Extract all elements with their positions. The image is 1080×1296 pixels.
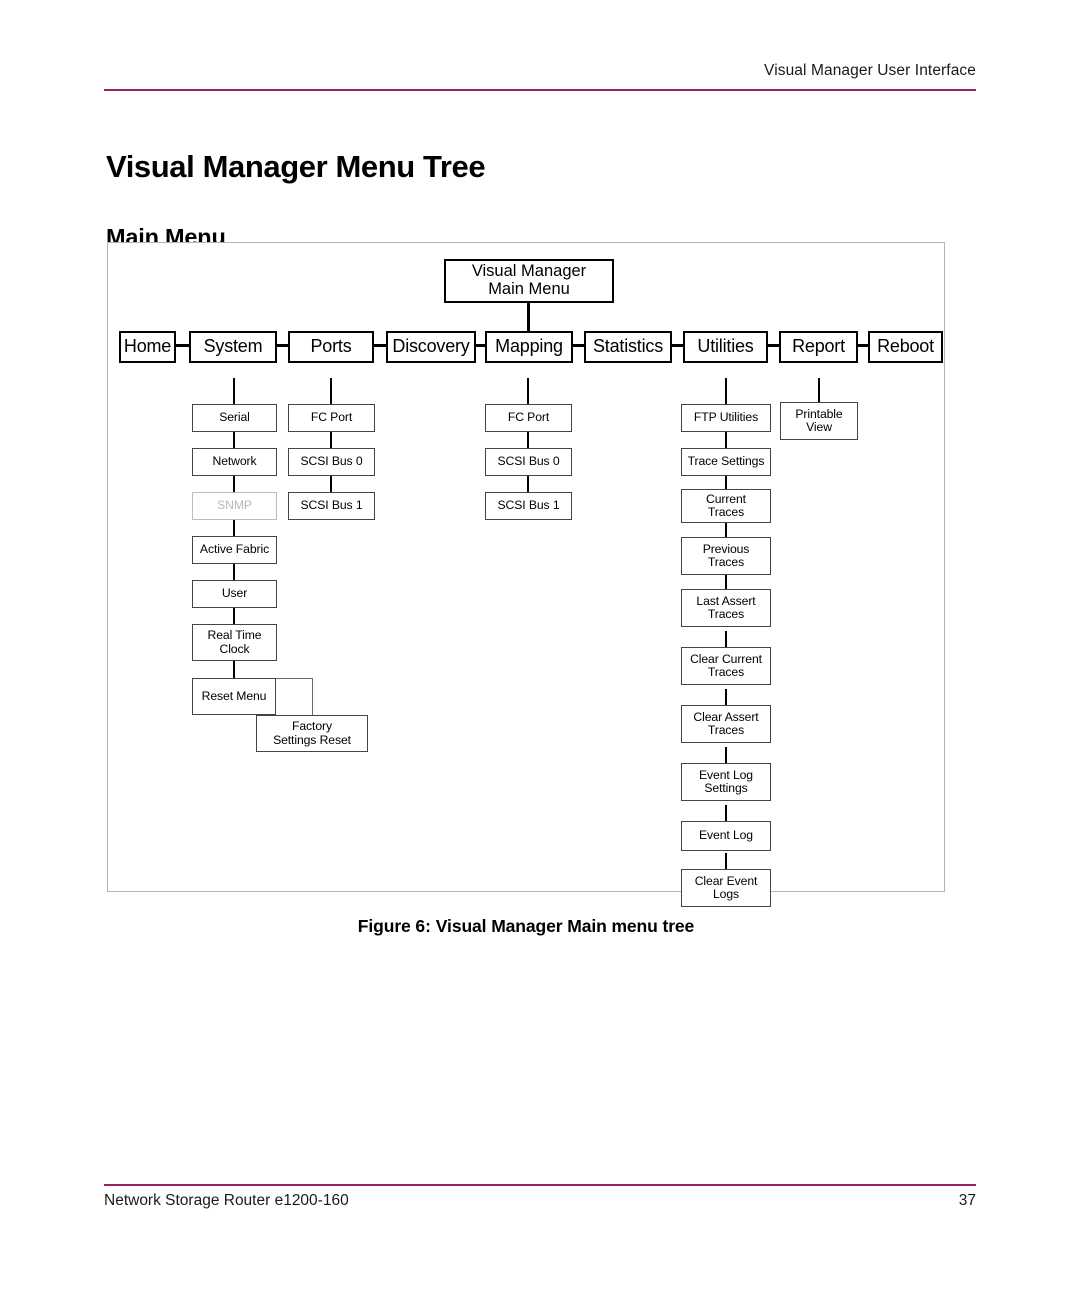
node-label-line2: Settings Reset	[273, 732, 351, 747]
node-label: FC Port	[310, 410, 353, 425]
node-event-log-settings[interactable]: Event Log Settings	[681, 763, 771, 801]
node-user[interactable]: User	[192, 580, 277, 608]
connector-reset-menu-elbow-h	[275, 678, 313, 680]
node-utilities[interactable]: Utilities	[683, 331, 768, 363]
page-title: Visual Manager Menu Tree	[106, 148, 486, 184]
node-label: SCSI Bus 1	[497, 498, 560, 513]
connector-real-time-clock-to-reset-menu	[233, 660, 236, 679]
menu-tree-diagram: Visual Manager Main Menu Home System Por…	[108, 243, 946, 907]
node-label: FTP Utilities	[693, 410, 759, 425]
connector-ports-to-fc-port	[330, 378, 333, 405]
node-clear-current-traces[interactable]: Clear Current Traces	[681, 647, 771, 685]
node-statistics[interactable]: Statistics	[584, 331, 672, 363]
node-network[interactable]: Network	[192, 448, 277, 476]
node-label: Network	[212, 454, 257, 469]
node-label: Serial	[219, 410, 250, 425]
node-label: Home	[123, 336, 172, 357]
node-reboot[interactable]: Reboot	[868, 331, 943, 363]
node-real-time-clock[interactable]: Real Time Clock	[192, 624, 277, 661]
figure-frame: Visual Manager Main Menu Home System Por…	[107, 242, 946, 907]
connector-report-to-printable-view	[818, 378, 821, 403]
header-rule	[104, 89, 976, 92]
node-label-line2: Settings	[704, 781, 748, 795]
node-clear-assert-traces[interactable]: Clear Assert Traces	[681, 705, 771, 743]
footer-page-number: 37	[958, 1192, 976, 1209]
connector-reset-menu-elbow-v	[312, 678, 314, 716]
node-label-line1: Factory	[292, 719, 332, 734]
node-label: Utilities	[697, 336, 754, 357]
node-label-line2: Clock	[219, 641, 250, 656]
node-label-line2: Logs	[712, 887, 740, 901]
node-label: Event Log	[699, 828, 753, 843]
node-home[interactable]: Home	[119, 331, 176, 363]
node-ports-scsi-bus-0[interactable]: SCSI Bus 0	[288, 448, 375, 476]
node-event-log[interactable]: Event Log	[681, 821, 771, 851]
node-printable-view[interactable]: Printable View	[780, 402, 858, 440]
node-last-assert-traces[interactable]: Last Assert Traces	[681, 589, 771, 627]
node-label-line2: Traces	[707, 555, 745, 569]
node-ports-scsi-bus-1[interactable]: SCSI Bus 1	[288, 492, 375, 520]
node-serial[interactable]: Serial	[192, 404, 277, 432]
node-mapping[interactable]: Mapping	[485, 331, 573, 363]
node-factory-settings-reset[interactable]: Factory Settings Reset	[256, 715, 368, 752]
connector-utilities-to-ftp	[725, 378, 728, 405]
node-previous-traces[interactable]: Previous Traces	[681, 537, 771, 575]
node-label-line2: Traces	[707, 665, 745, 679]
node-mapping-fc-port[interactable]: FC Port	[485, 404, 572, 432]
node-label: Mapping	[495, 336, 563, 357]
node-active-fabric[interactable]: Active Fabric	[192, 536, 277, 564]
node-current-traces[interactable]: Current Traces	[681, 489, 771, 523]
node-trace-settings[interactable]: Trace Settings	[681, 448, 771, 476]
node-label-line2: Traces	[707, 505, 745, 519]
running-header: Visual Manager User Interface	[764, 62, 976, 79]
node-reset-menu[interactable]: Reset Menu	[192, 678, 276, 715]
node-label: Report	[792, 336, 845, 357]
node-label-line2: Traces	[707, 607, 745, 621]
node-label: Discovery	[392, 336, 470, 357]
node-label: SCSI Bus 0	[497, 454, 560, 469]
node-mapping-scsi-bus-1[interactable]: SCSI Bus 1	[485, 492, 572, 520]
node-label: User	[221, 586, 248, 601]
node-label: SNMP	[217, 498, 252, 513]
node-label: SCSI Bus 1	[300, 498, 363, 513]
node-label-line2: View	[806, 420, 832, 434]
node-ftp-utilities[interactable]: FTP Utilities	[681, 404, 771, 432]
node-label-line1: Real Time	[207, 628, 262, 643]
node-label-line2: Main Menu	[488, 280, 570, 298]
figure-caption: Figure 6: Visual Manager Main menu tree	[107, 916, 945, 937]
node-label: SCSI Bus 0	[300, 454, 363, 469]
connector-mapping-to-fc-port	[527, 378, 530, 405]
node-mapping-scsi-bus-0[interactable]: SCSI Bus 0	[485, 448, 572, 476]
figure-number: Figure 6:	[357, 916, 431, 936]
node-visual-manager-main-menu[interactable]: Visual Manager Main Menu	[444, 259, 614, 303]
connector-system-to-serial	[233, 378, 236, 405]
node-label: Reset Menu	[201, 688, 267, 703]
figure-caption-text: Visual Manager Main menu tree	[435, 916, 695, 936]
node-label: Ports	[310, 336, 352, 357]
node-report[interactable]: Report	[779, 331, 858, 363]
node-label: System	[203, 336, 263, 357]
node-label-line1: Visual Manager	[471, 262, 587, 281]
node-label: FC Port	[507, 410, 550, 425]
node-label: Statistics	[592, 336, 664, 357]
node-system[interactable]: System	[189, 331, 277, 363]
node-clear-event-logs[interactable]: Clear Event Logs	[681, 869, 771, 907]
footer-rule	[104, 1184, 976, 1187]
node-label-line2: Traces	[707, 723, 745, 737]
node-label: Reboot	[877, 336, 934, 357]
node-ports[interactable]: Ports	[288, 331, 374, 363]
node-ports-fc-port[interactable]: FC Port	[288, 404, 375, 432]
node-discovery[interactable]: Discovery	[386, 331, 476, 363]
node-label: Active Fabric	[199, 542, 270, 557]
node-label: Trace Settings	[687, 454, 765, 469]
node-snmp[interactable]: SNMP	[192, 492, 277, 520]
